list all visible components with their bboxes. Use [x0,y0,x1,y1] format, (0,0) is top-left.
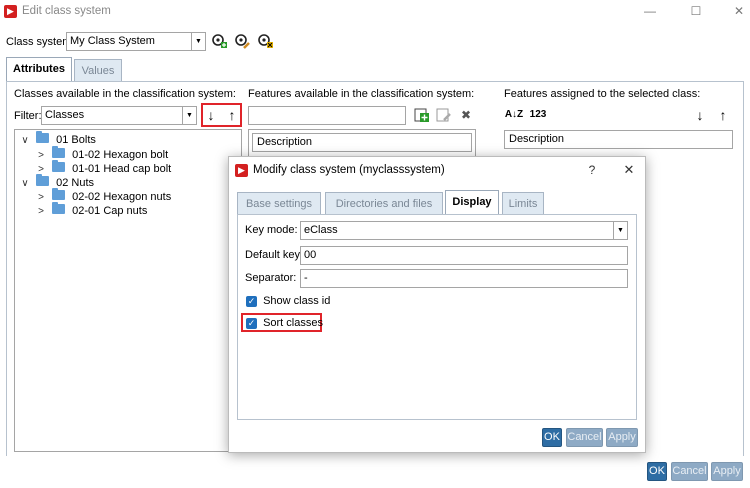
tree-item-label: 02 Nuts [56,177,95,189]
tab-values[interactable]: Values [74,59,122,82]
expand-caret-icon[interactable]: > [35,190,47,205]
expand-caret-icon[interactable]: > [35,204,47,219]
edit-class-system-icon[interactable] [234,33,250,49]
expand-caret-icon[interactable]: ∨ [19,176,31,191]
folder-icon [52,160,66,172]
features-heading: Features available in the classification… [248,88,475,100]
tree-item[interactable]: > 02-01 Cap nuts [35,202,148,219]
dialog-app-icon: ▶ [235,164,248,177]
chevron-down-icon: ▼ [613,222,627,239]
show-class-id-checkbox[interactable]: ✓ [246,296,257,307]
close-button[interactable]: ✕ [731,3,747,19]
separator-input[interactable]: - [300,269,628,288]
features-search-input[interactable] [248,106,406,125]
move-down-icon[interactable]: ↓ [692,107,708,123]
tree-item-label: 02-02 Hexagon nuts [72,191,172,203]
classes-heading: Classes available in the classification … [14,88,236,100]
window-title: Edit class system [22,5,111,17]
app-icon: ▶ [4,5,17,18]
tree-item[interactable]: > 01-01 Head cap bolt [35,160,172,177]
tab-display[interactable]: Display [445,190,499,215]
tab-base-settings[interactable]: Base settings [237,192,321,215]
key-mode-value: eClass [304,224,338,236]
tree-item-label: 01-02 Hexagon bolt [72,149,169,161]
folder-open-icon [36,131,50,143]
sort-numeric-icon[interactable]: 123 [528,107,548,123]
modify-class-system-dialog: ▶ Modify class system (myclasssystem) ? … [228,156,646,453]
move-up-icon[interactable]: ↑ [715,107,731,123]
features-list[interactable]: Description [248,129,476,157]
tree-item-label: 01 Bolts [56,134,96,146]
folder-icon [52,188,66,200]
filter-value: Classes [45,109,85,121]
default-key-input[interactable]: 00 [300,246,628,265]
class-system-label: Class system: [6,36,75,48]
add-feature-icon[interactable] [414,107,430,123]
class-system-value: My Class System [70,35,155,47]
expand-caret-icon[interactable]: ∨ [19,133,31,148]
dialog-title: Modify class system (myclasssystem) [253,164,445,176]
tab-limits[interactable]: Limits [502,192,544,215]
apply-button[interactable]: Apply [711,462,743,481]
sort-classes-row[interactable]: ✓ Sort classes [246,317,323,329]
filter-label: Filter: [14,110,42,122]
assigned-column-header[interactable]: Description [504,130,733,149]
folder-open-icon [36,174,50,186]
sort-classes-label: Sort classes [263,317,323,329]
sort-down-icon[interactable]: ↓ [203,107,219,123]
maximize-button[interactable]: ☐ [688,3,704,19]
sort-up-icon[interactable]: ↑ [224,107,240,123]
title-bar: ▶ Edit class system — ☐ ✕ [0,0,750,24]
add-class-system-icon[interactable] [211,33,227,49]
key-mode-select[interactable]: eClass ▼ [300,221,628,240]
classes-tree[interactable]: ∨ 01 Bolts > 01-02 Hexagon bolt > 01-01 … [14,129,242,452]
chevron-down-icon: ▼ [191,33,205,50]
sort-alpha-icon[interactable]: A↓Z [504,107,524,123]
separator-label: Separator: [245,272,297,284]
expand-caret-icon[interactable]: > [35,148,47,163]
folder-icon [52,202,66,214]
default-key-label: Default key: [245,249,304,261]
ok-button[interactable]: OK [647,462,667,481]
help-button[interactable]: ? [584,162,600,178]
tree-item-label: 01-01 Head cap bolt [72,163,172,175]
dialog-apply-button[interactable]: Apply [606,428,638,447]
edit-feature-icon[interactable] [436,107,452,123]
dialog-close-button[interactable]: ✕ [621,162,637,178]
class-system-select[interactable]: My Class System ▼ [66,32,206,51]
chevron-down-icon: ▼ [182,107,196,124]
tree-item-label: 02-01 Cap nuts [72,205,148,217]
show-class-id-label: Show class id [263,295,331,307]
dialog-ok-button[interactable]: OK [542,428,562,447]
tab-attributes[interactable]: Attributes [6,57,72,82]
sort-classes-checkbox[interactable]: ✓ [246,318,257,329]
filter-select[interactable]: Classes ▼ [41,106,197,125]
key-mode-label: Key mode: [245,224,298,236]
features-column-header[interactable]: Description [252,133,472,152]
dialog-cancel-button[interactable]: Cancel [566,428,603,447]
minimize-button[interactable]: — [642,3,658,19]
delete-feature-icon[interactable]: ✖ [458,107,474,123]
cancel-button[interactable]: Cancel [671,462,708,481]
show-class-id-row[interactable]: ✓ Show class id [246,295,330,307]
delete-class-system-icon[interactable] [257,33,273,49]
folder-icon [52,146,66,158]
tab-directories-and-files[interactable]: Directories and files [325,192,443,215]
assigned-heading: Features assigned to the selected class: [504,88,701,100]
